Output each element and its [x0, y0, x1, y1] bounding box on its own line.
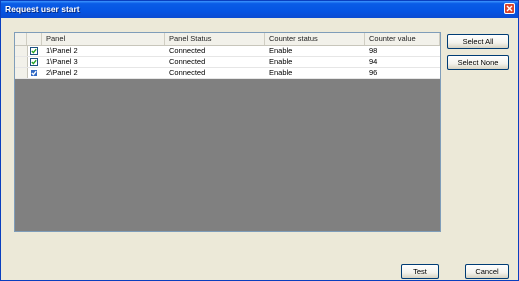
table-row[interactable]: 1\Panel 3 Connected Enable 94	[15, 57, 440, 68]
window-title: Request user start	[5, 4, 80, 14]
column-header-counter-value[interactable]: Counter value	[365, 33, 440, 45]
cell-counter-value: 98	[369, 46, 378, 55]
cell-counter-status: Enable	[269, 57, 293, 66]
cell-panel-status: Connected	[169, 57, 206, 66]
row-header[interactable]	[15, 68, 28, 78]
select-none-button[interactable]: Select None	[447, 55, 509, 70]
table-row[interactable]: 1\Panel 2 Connected Enable 98	[15, 46, 440, 57]
close-icon	[506, 5, 513, 12]
row-header[interactable]	[15, 46, 28, 56]
test-button[interactable]: Test	[401, 264, 439, 279]
cell-panel: 2\Panel 2	[46, 68, 78, 77]
grid-header: Panel Panel Status Counter status Counte…	[15, 33, 440, 46]
column-header-counter-status[interactable]: Counter status	[265, 33, 365, 45]
row-header-corner	[15, 33, 27, 45]
cell-panel: 1\Panel 2	[46, 46, 78, 55]
checkbox-column-header	[27, 33, 42, 45]
row-header[interactable]	[15, 57, 28, 67]
cell-panel-status: Connected	[169, 46, 206, 55]
row-checkbox[interactable]	[30, 47, 38, 55]
column-header-panel-status[interactable]: Panel Status	[165, 33, 265, 45]
checkmark-icon	[31, 70, 37, 76]
column-header-panel[interactable]: Panel	[42, 33, 165, 45]
title-bar[interactable]: Request user start	[1, 1, 518, 18]
row-checkbox[interactable]	[30, 69, 38, 77]
cell-panel-status: Connected	[169, 68, 206, 77]
close-button[interactable]	[504, 3, 515, 14]
table-row[interactable]: 2\Panel 2 Connected Enable 96	[15, 68, 440, 79]
cell-counter-status: Enable	[269, 46, 293, 55]
panel-grid[interactable]: Panel Panel Status Counter status Counte…	[14, 32, 441, 232]
cell-panel: 1\Panel 3	[46, 57, 78, 66]
cancel-button[interactable]: Cancel	[465, 264, 509, 279]
checkmark-icon	[31, 48, 37, 54]
cell-counter-value: 94	[369, 57, 378, 66]
cell-counter-status: Enable	[269, 68, 293, 77]
checkmark-icon	[31, 59, 37, 65]
request-user-start-dialog: Request user start Panel Panel Status Co…	[0, 0, 519, 281]
cell-counter-value: 96	[369, 68, 378, 77]
row-checkbox[interactable]	[30, 58, 38, 66]
select-all-button[interactable]: Select All	[447, 34, 509, 49]
